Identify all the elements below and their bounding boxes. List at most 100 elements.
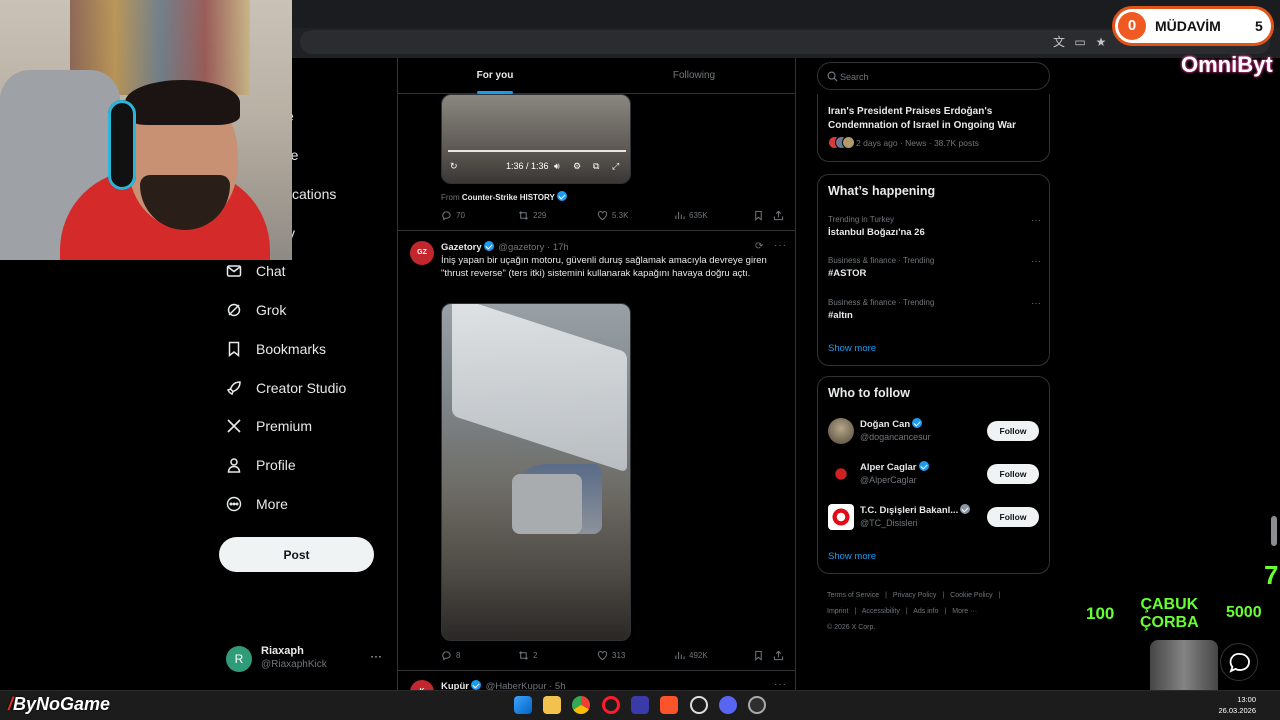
avatar[interactable]: GZ [410, 241, 434, 265]
nav-item-profile[interactable]: Profile [226, 449, 296, 481]
trend-item[interactable]: Business & finance · Trending #ASTOR ··· [828, 256, 1043, 286]
nav-partial-notifications[interactable]: cations [292, 178, 336, 210]
nav-item-label: Creator Studio [256, 380, 347, 396]
score-100: 100 [1086, 604, 1115, 623]
account-more-icon[interactable]: ··· [370, 649, 382, 663]
views-button[interactable]: 492K [674, 650, 708, 661]
repost-button[interactable]: 229 [518, 210, 546, 221]
windows-start-icon[interactable] [514, 696, 532, 714]
views-icon [675, 211, 685, 220]
repost-button[interactable]: 2 [518, 650, 537, 661]
suggestion-name: Doğan Can [860, 418, 924, 430]
discord-icon[interactable] [719, 696, 737, 714]
opera-icon[interactable] [602, 696, 620, 714]
bookmark-icon [755, 650, 762, 661]
footer-separator: | [998, 592, 1001, 599]
search-input[interactable] [840, 69, 1040, 85]
follow-button[interactable]: Follow [987, 507, 1039, 527]
suggestion-handle: @dogancancesur [860, 432, 931, 442]
tweet-divider [398, 230, 795, 231]
footer-link-ads-info[interactable]: Ads info [913, 608, 938, 615]
like-button[interactable]: 313 [597, 650, 625, 661]
footer-link-accessibility[interactable]: Accessibility [862, 608, 900, 615]
avatar [828, 461, 854, 487]
video-player[interactable] [441, 303, 631, 641]
trend-item[interactable]: Business & finance · Trending #altın ··· [828, 298, 1043, 328]
nav-item-more[interactable]: More [226, 488, 288, 520]
active-tab-underline [477, 91, 513, 94]
author-name[interactable]: Gazetory [441, 242, 482, 253]
footer-link-cookie[interactable]: Cookie Policy [950, 592, 992, 599]
nav-item-grok[interactable]: Grok [226, 294, 286, 326]
video-source[interactable]: From Counter-Strike HISTORY [441, 191, 569, 202]
bookmark-button[interactable] [753, 210, 764, 221]
video-player[interactable]: ↻ 1:36 / 1:36 🔊︎ ⚙ ⧉ ⤢ [441, 94, 631, 184]
trend-more-icon[interactable]: ··· [1031, 256, 1041, 267]
grok-analyze-icon[interactable]: ⟳ [755, 241, 764, 252]
trend-more-icon[interactable]: ··· [1031, 298, 1041, 309]
footer-link-more[interactable]: More ··· [952, 608, 977, 615]
verified-icon [912, 418, 923, 428]
share-button[interactable] [773, 210, 784, 221]
wifi-icon[interactable] [1108, 699, 1120, 711]
nav-item-premium[interactable]: Premium [226, 410, 312, 442]
footer-link-terms[interactable]: Terms of Service [827, 592, 879, 599]
news-item[interactable]: Iran's President Praises Erdoğan's Conde… [817, 94, 1050, 162]
replay-icon[interactable]: ↻ [450, 161, 458, 172]
chat-bubble-icon[interactable] [1220, 643, 1258, 681]
reply-button[interactable]: 70 [441, 210, 465, 221]
settings-icon[interactable]: ⚙ [573, 161, 581, 172]
mudavim-right-count: 5 [1255, 18, 1263, 34]
brave-icon[interactable] [660, 696, 678, 714]
tab-label: For you [476, 70, 514, 81]
person-icon [226, 457, 242, 473]
chrome-icon[interactable] [572, 696, 590, 714]
openai-icon[interactable] [690, 696, 708, 714]
tab-following[interactable]: Following [597, 58, 791, 94]
follow-suggestion[interactable]: T.C. Dışişleri Bakanl... @TC_Disisleri F… [828, 503, 1043, 533]
scrollbar-thumb[interactable] [1271, 516, 1277, 546]
bookmark-star-icon[interactable]: ★ [1094, 35, 1108, 49]
section-title: Who to follow [828, 386, 910, 400]
follow-button[interactable]: Follow [987, 421, 1039, 441]
fullscreen-icon[interactable]: ⤢ [612, 161, 619, 172]
app-icon[interactable] [631, 696, 649, 714]
copyright: © 2026 X Corp. [827, 624, 876, 631]
reply-icon [442, 211, 451, 221]
show-more-link[interactable]: Show more [828, 343, 876, 354]
footer-link-privacy[interactable]: Privacy Policy [893, 592, 937, 599]
bookmark-button[interactable] [753, 650, 764, 661]
views-button[interactable]: 635K [674, 210, 708, 221]
video-time: 1:36 / 1:36 [506, 161, 549, 171]
post-button[interactable]: Post [219, 537, 374, 572]
author-handle-time[interactable]: @gazetory · 17h [498, 242, 568, 253]
pip-icon[interactable]: ⧉ [593, 161, 599, 172]
steam-icon[interactable] [748, 696, 766, 714]
search-icon [827, 71, 838, 82]
nav-item-creator-studio[interactable]: Creator Studio [226, 372, 346, 404]
system-clock[interactable]: 13:00 26.03.2026 [1208, 694, 1256, 716]
video-progress-bar[interactable] [448, 150, 626, 152]
trend-item[interactable]: Trending in Turkey İstanbul Boğazı'na 26… [828, 215, 1043, 245]
account-switcher[interactable]: R Riaxaph @RiaxaphKick ··· [226, 643, 386, 673]
trend-more-icon[interactable]: ··· [1031, 215, 1041, 226]
account-name: Riaxaph [261, 645, 304, 657]
source-name[interactable]: Counter-Strike HISTORY [462, 193, 555, 202]
share-button[interactable] [773, 650, 784, 661]
cast-icon[interactable]: ▭ [1073, 35, 1087, 49]
search-bar[interactable] [817, 62, 1050, 90]
file-explorer-icon[interactable] [543, 696, 561, 714]
nav-item-bookmarks[interactable]: Bookmarks [226, 333, 326, 365]
follow-suggestion[interactable]: Alper Caglar @AlperCaglar Follow [828, 460, 1043, 490]
like-button[interactable]: 5.3K [597, 210, 628, 221]
footer-link-imprint[interactable]: Imprint [827, 608, 848, 615]
tab-for-you[interactable]: For you [398, 58, 592, 94]
follow-suggestion[interactable]: Doğan Can @dogancancesur Follow [828, 417, 1043, 447]
show-more-link[interactable]: Show more [828, 551, 876, 562]
tweet-more-icon[interactable]: ··· [774, 240, 787, 251]
tweet-more-icon[interactable]: ··· [774, 679, 787, 690]
translate-icon[interactable]: 文 [1052, 35, 1066, 49]
volume-icon[interactable]: 🔊︎ [554, 161, 560, 172]
reply-button[interactable]: 8 [441, 650, 460, 661]
follow-button[interactable]: Follow [987, 464, 1039, 484]
